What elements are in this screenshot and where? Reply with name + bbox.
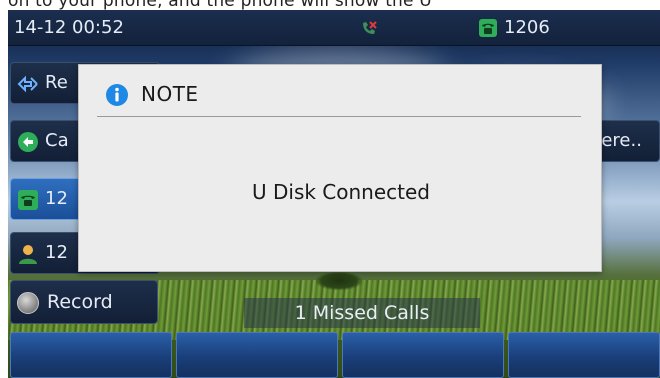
softkey-4[interactable] — [508, 332, 660, 378]
softkey-bar — [8, 332, 660, 378]
record-button[interactable]: Record — [10, 280, 158, 324]
softkey-1[interactable] — [10, 332, 172, 378]
right-line-key-label: fere.. — [595, 130, 642, 151]
dialog-title: NOTE — [141, 82, 199, 106]
softkey-2[interactable] — [176, 332, 338, 378]
status-bar: 14-12 00:52 1206 — [8, 10, 660, 46]
line-key-label: 12 — [45, 188, 68, 209]
phone-handset-icon — [479, 19, 497, 37]
phone-handset-icon — [18, 190, 38, 210]
line-key-label: 12 — [45, 242, 68, 263]
info-icon — [106, 84, 128, 106]
softkey-3[interactable] — [342, 332, 504, 378]
sync-arrows-icon — [17, 75, 38, 93]
status-datetime: 14-12 00:52 — [14, 17, 124, 38]
dialog-message: U Disk Connected — [251, 180, 430, 204]
line-key-label: Re — [45, 72, 68, 93]
phone-screen: 14-12 00:52 1206 Re Ca 12 12 fere.. Reco… — [8, 10, 660, 378]
missed-calls-banner[interactable]: 1 Missed Calls — [244, 298, 480, 328]
note-dialog: NOTE U Disk Connected — [78, 64, 602, 272]
contact-person-icon — [19, 245, 37, 264]
status-account: 1206 — [504, 17, 550, 38]
page-caption-fragment: on to your phone, and the phone will sho… — [8, 0, 432, 10]
page-caption-strip: on to your phone, and the phone will sho… — [0, 0, 660, 10]
line-key-label: Ca — [45, 130, 69, 151]
call-back-icon — [18, 132, 38, 152]
missed-call-icon — [363, 21, 377, 34]
dialog-divider — [97, 116, 581, 117]
wallpaper-tree — [316, 272, 362, 290]
record-dot-icon — [17, 292, 39, 314]
record-label: Record — [47, 291, 113, 313]
